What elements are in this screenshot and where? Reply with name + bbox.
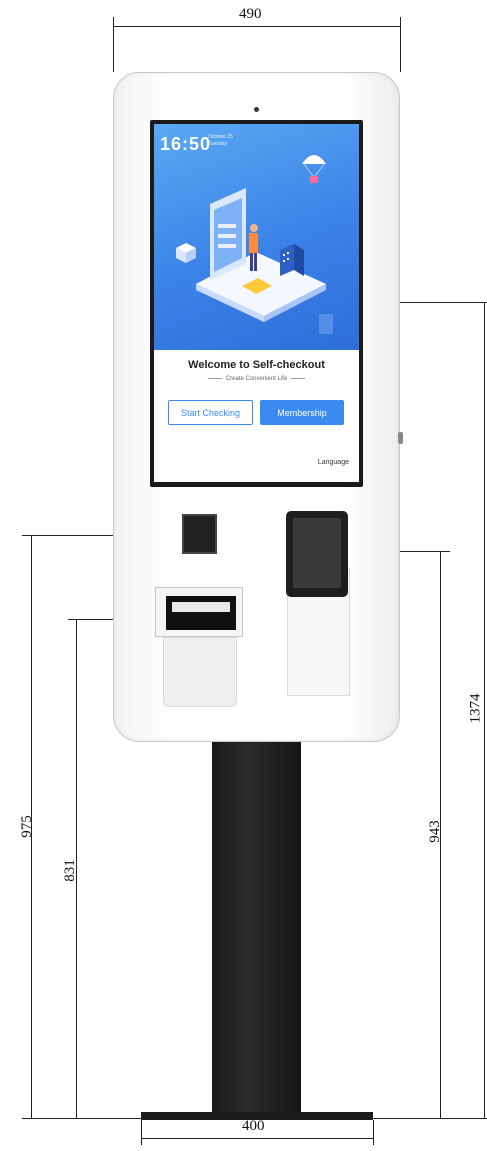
dim-extension-right-top — [400, 17, 401, 72]
dim-label-top-width: 490 — [239, 6, 262, 22]
dim-line-base-width — [141, 1138, 373, 1139]
dim-label-975: 975 — [18, 815, 35, 838]
isometric-shopping-illustration-icon — [176, 155, 333, 334]
stand-base — [141, 1112, 373, 1120]
screen-hero-area: 16:50 October 25 Tuesday — [154, 124, 359, 350]
dim-line-top-width — [113, 26, 400, 27]
parachute-icon — [302, 155, 326, 183]
kiosk-screen: 16:50 October 25 Tuesday Welcome to Self… — [154, 124, 359, 482]
dim-extension-943-top — [400, 551, 450, 552]
dim-extension-975-top — [22, 535, 115, 536]
receipt-paper-outlet — [172, 602, 230, 612]
slogan-divider-left — [207, 377, 222, 379]
dim-extension-left-bottom — [141, 1120, 142, 1145]
slogan: Create Convenient Life — [154, 376, 359, 382]
dim-extension-right-bottom — [373, 1120, 374, 1145]
membership-button[interactable]: Membership — [260, 400, 344, 425]
dim-extension-1374-top — [400, 302, 487, 303]
barcode-scanner — [182, 514, 217, 554]
slogan-text: Create Convenient Life — [225, 376, 288, 382]
side-button — [398, 432, 403, 444]
receipt-tray — [163, 637, 237, 707]
dim-label-1374: 1374 — [467, 693, 484, 724]
slogan-divider-right — [291, 377, 306, 379]
camera-icon — [254, 107, 259, 112]
dim-label-943: 943 — [426, 820, 443, 843]
dim-label-base-width: 400 — [242, 1118, 265, 1134]
language-link[interactable]: Language — [318, 459, 349, 466]
payment-terminal-screen — [293, 518, 341, 588]
start-checking-button[interactable]: Start Checking — [168, 400, 253, 425]
stand-pole — [212, 742, 301, 1115]
welcome-heading: Welcome to Self-checkout — [188, 359, 325, 371]
dim-label-831: 831 — [61, 859, 78, 882]
